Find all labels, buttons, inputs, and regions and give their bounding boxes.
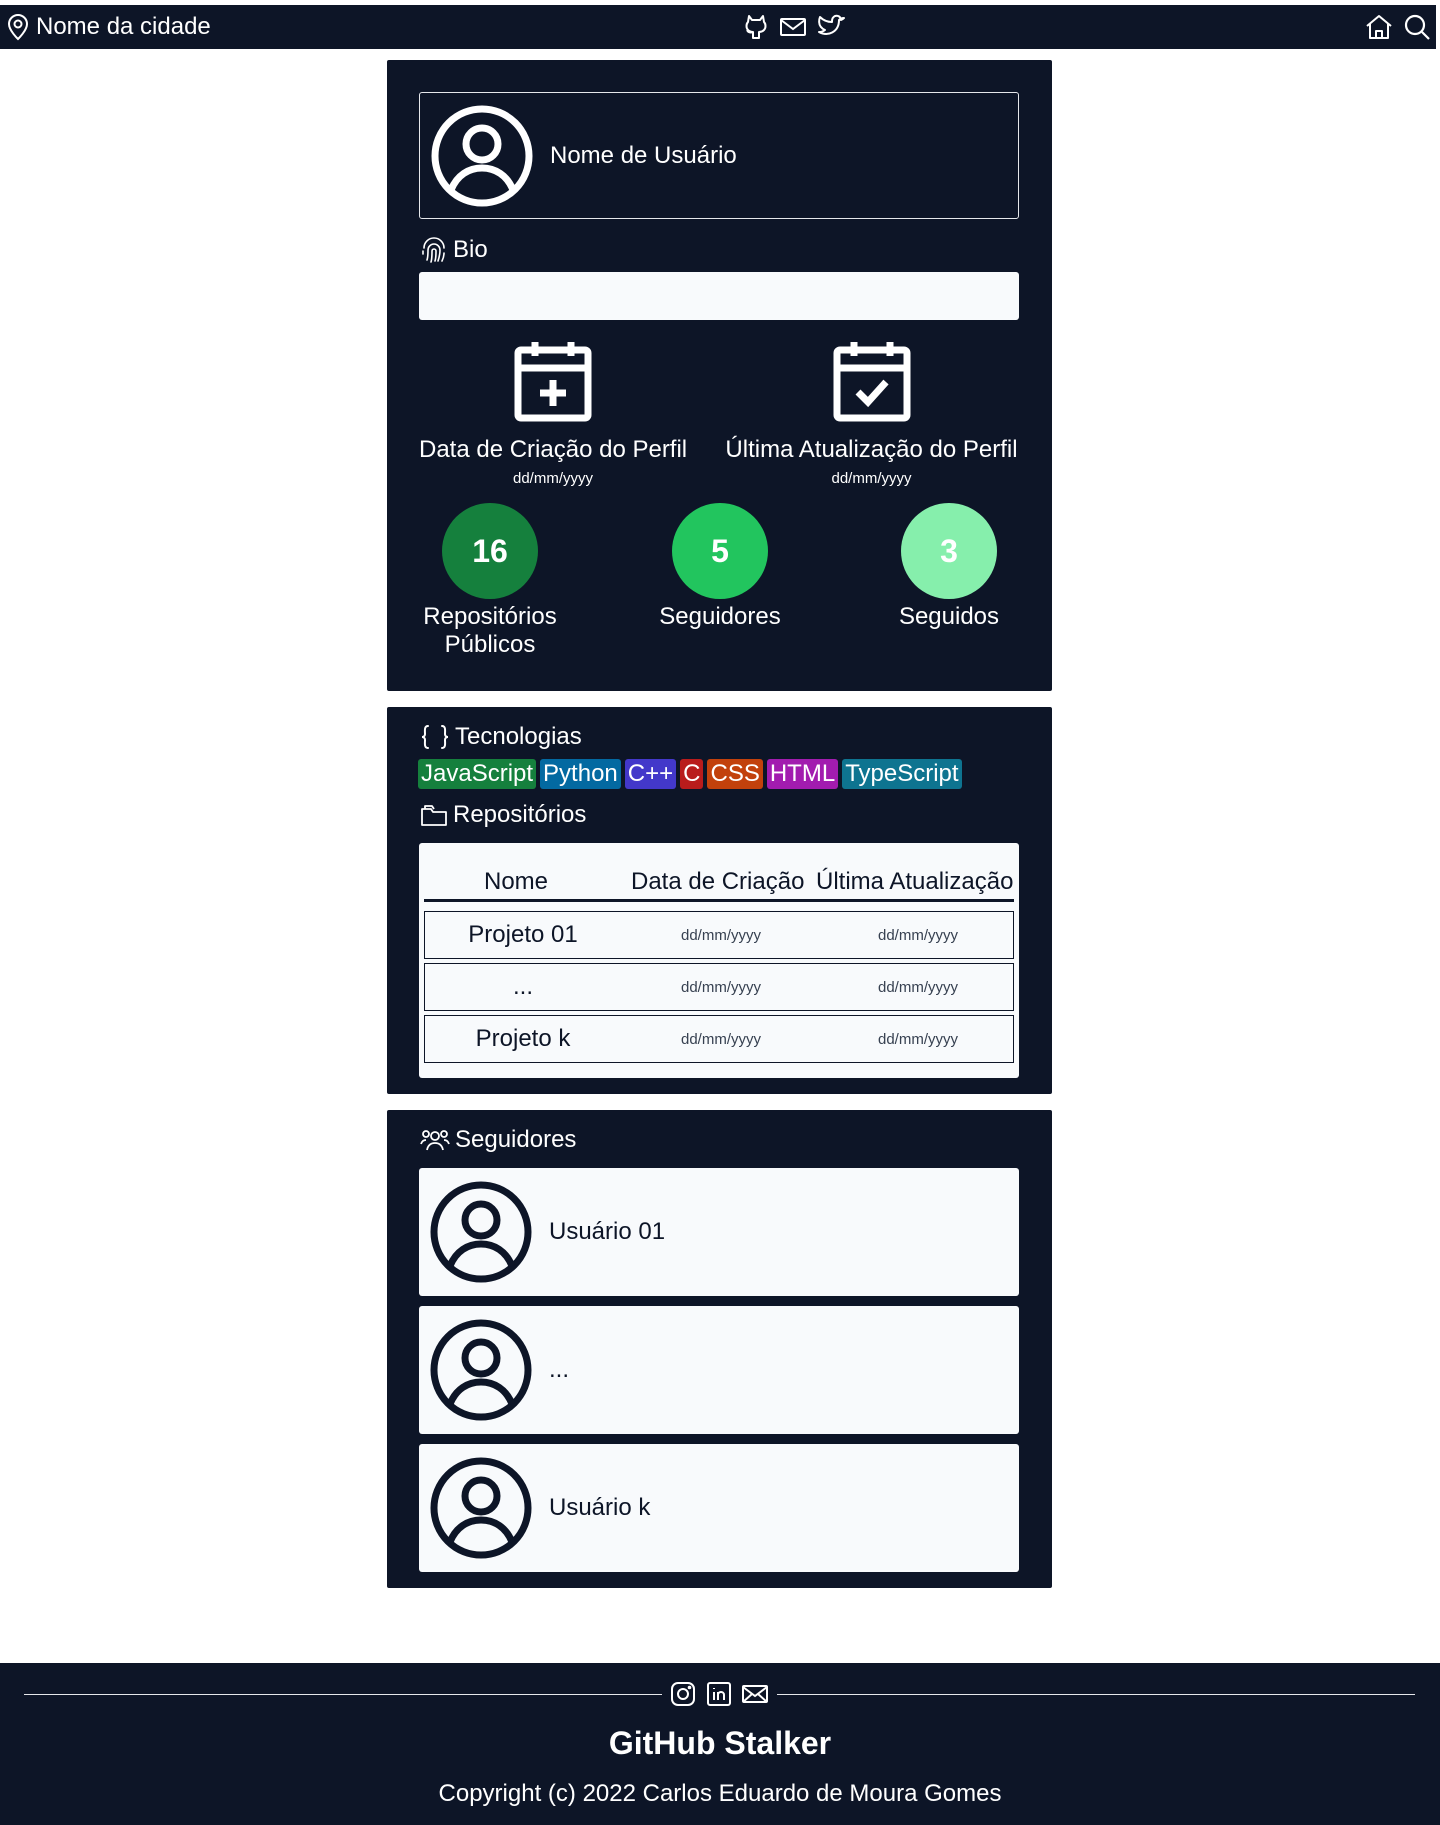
mail-icon[interactable] (741, 1680, 769, 1708)
column-name: Nome (484, 868, 549, 895)
repo-updated: dd/mm/yyyy (877, 1031, 958, 1048)
profile-created: Data de Criação do Perfil dd/mm/yyyy (419, 338, 687, 487)
repo-name: Projeto 01 (468, 921, 578, 948)
instagram-icon[interactable] (669, 1680, 697, 1708)
city-name: Nome da cidade (36, 12, 211, 40)
follower-name: Usuário 01 (549, 1218, 666, 1245)
follower-item[interactable]: ... (419, 1306, 1019, 1434)
follower-item[interactable]: Usuário k (419, 1444, 1019, 1572)
stat-repos-count: 16 (442, 503, 538, 599)
search-icon[interactable] (1402, 13, 1432, 41)
twitter-icon[interactable] (816, 13, 846, 41)
avatar-icon (429, 1180, 533, 1284)
follower-item[interactable]: Usuário 01 (419, 1168, 1019, 1296)
repo-name: ... (512, 973, 533, 1000)
tech-tag-cpp[interactable]: C++ (624, 759, 677, 789)
stat-followers: 5 Seguidores (643, 503, 797, 631)
stat-repos-label: Repositórios Públicos (423, 603, 557, 658)
username: Nome de Usuário (550, 141, 737, 169)
code-braces-icon (419, 723, 451, 751)
footer: GitHub Stalker Copyright (c) 2022 Carlos… (0, 1663, 1440, 1825)
tech-tag-javascript[interactable]: JavaScript (418, 759, 537, 789)
repo-created: dd/mm/yyyy (680, 927, 761, 944)
repo-updated: dd/mm/yyyy (877, 979, 958, 996)
repositories-label: Repositórios (453, 801, 587, 828)
footer-divider-left (24, 1694, 662, 1695)
profile-card: Nome de Usuário Bio Data de Criação do P… (387, 60, 1052, 691)
bio-field[interactable] (419, 272, 1019, 320)
tech-tag-typescript[interactable]: TypeScript (842, 759, 962, 789)
created-label: Data de Criação do Perfil (419, 436, 688, 463)
followers-heading: Seguidores (419, 1126, 576, 1154)
linkedin-icon[interactable] (705, 1680, 733, 1708)
stat-following-count: 3 (901, 503, 997, 599)
repositories-table: Nome Data de Criação Última Atualização … (419, 843, 1019, 1078)
location-icon (6, 13, 30, 41)
github-icon[interactable] (742, 13, 770, 41)
technology-tags: JavaScript Python C++ C CSS HTML TypeScr… (418, 759, 962, 789)
table-row[interactable]: Projeto k dd/mm/yyyy dd/mm/yyyy (424, 1015, 1014, 1063)
followers-card: Seguidores Usuário 01 ... Usuário k (387, 1110, 1052, 1588)
repo-created: dd/mm/yyyy (680, 979, 761, 996)
nav-actions (1364, 5, 1432, 48)
column-updated: Última Atualização (816, 868, 1014, 895)
follower-name: Usuário k (549, 1494, 651, 1521)
technologies-heading: Tecnologias (419, 723, 582, 751)
tech-tag-python[interactable]: Python (540, 759, 621, 789)
user-header: Nome de Usuário (419, 92, 1019, 219)
avatar-icon (430, 104, 534, 208)
tech-tag-html[interactable]: HTML (766, 759, 839, 789)
stat-following-label: Seguidos (898, 603, 1000, 630)
technologies-card: Tecnologias JavaScript Python C++ C CSS … (387, 707, 1052, 1094)
fingerprint-icon (419, 236, 449, 264)
home-icon[interactable] (1364, 13, 1394, 41)
technologies-label: Tecnologias (455, 723, 582, 750)
table-header: Nome Data de Criação Última Atualização (424, 865, 1014, 902)
social-links (742, 5, 846, 48)
profile-updated: Última Atualização do Perfil dd/mm/yyyy (720, 338, 1023, 487)
avatar-icon (429, 1318, 533, 1422)
stat-followers-label: Seguidores (659, 603, 781, 630)
bio-label: Bio (453, 236, 488, 263)
updated-label: Última Atualização do Perfil (725, 436, 1018, 463)
table-row[interactable]: Projeto 01 dd/mm/yyyy dd/mm/yyyy (424, 911, 1014, 959)
avatar-icon (429, 1456, 533, 1560)
footer-social-links (669, 1680, 769, 1708)
stat-following: 3 Seguidos (872, 503, 1026, 631)
repo-updated: dd/mm/yyyy (877, 927, 958, 944)
users-icon (419, 1126, 451, 1154)
tech-tag-css[interactable]: CSS (707, 759, 763, 789)
stat-public-repos: 16 Repositórios Públicos (413, 503, 567, 659)
footer-divider-right (777, 1694, 1415, 1695)
followers-label: Seguidores (455, 1126, 577, 1153)
stat-followers-count: 5 (672, 503, 768, 599)
mail-icon[interactable] (778, 13, 808, 41)
column-created: Data de Criação (631, 868, 805, 895)
created-value: dd/mm/yyyy (512, 470, 593, 487)
calendar-plus-icon (513, 338, 593, 422)
calendar-check-icon (832, 338, 912, 422)
bio-heading: Bio (419, 236, 488, 264)
folder-icon (419, 801, 449, 829)
updated-value: dd/mm/yyyy (831, 470, 912, 487)
repo-name: Projeto k (475, 1025, 571, 1052)
repositories-heading: Repositórios (419, 801, 586, 829)
table-row[interactable]: ... dd/mm/yyyy dd/mm/yyyy (424, 963, 1014, 1011)
navbar: Nome da cidade (0, 5, 1436, 49)
footer-copyright: Copyright (c) 2022 Carlos Eduardo de Mou… (438, 1780, 1002, 1807)
tech-tag-c[interactable]: C (680, 759, 704, 789)
footer-title: GitHub Stalker (608, 1725, 832, 1761)
follower-name: ... (549, 1356, 570, 1383)
repo-created: dd/mm/yyyy (680, 1031, 761, 1048)
nav-location: Nome da cidade (6, 5, 211, 48)
